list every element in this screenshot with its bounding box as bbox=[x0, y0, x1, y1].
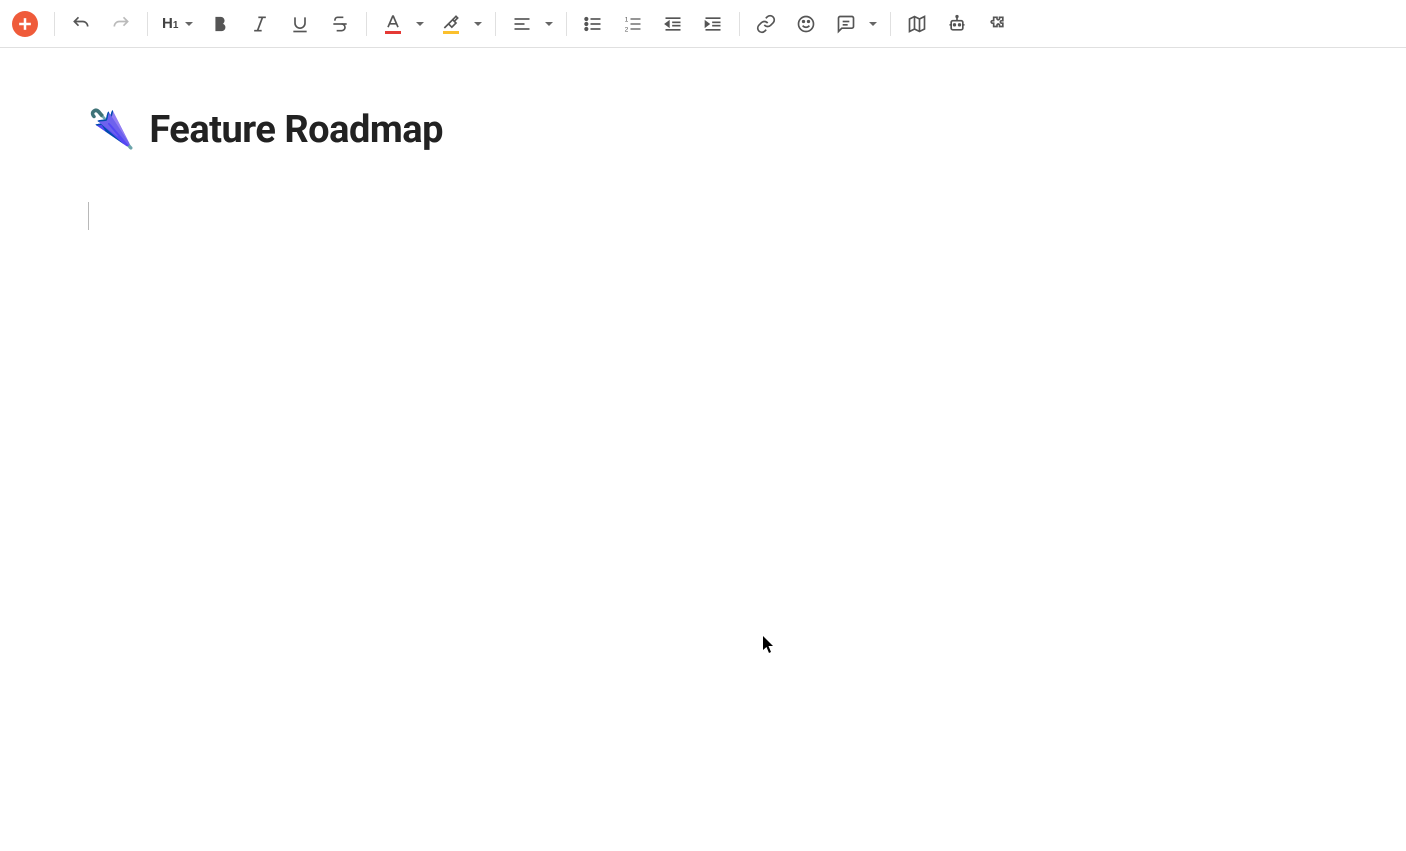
divider bbox=[366, 12, 367, 36]
italic-button[interactable] bbox=[242, 6, 278, 42]
chevron-down-icon bbox=[415, 19, 425, 29]
document-body[interactable] bbox=[88, 202, 1318, 602]
undo-button[interactable] bbox=[63, 6, 99, 42]
chevron-down-icon bbox=[184, 19, 194, 29]
font-color-dropdown[interactable] bbox=[411, 6, 429, 42]
color-group bbox=[375, 6, 487, 42]
strikethrough-button[interactable] bbox=[322, 6, 358, 42]
extensions-button[interactable] bbox=[979, 6, 1015, 42]
link-icon bbox=[756, 14, 776, 34]
divider bbox=[495, 12, 496, 36]
plus-icon bbox=[15, 14, 35, 34]
font-color-button[interactable] bbox=[375, 6, 411, 42]
map-icon bbox=[907, 14, 927, 34]
svg-text:1: 1 bbox=[625, 16, 629, 23]
numbered-list-button[interactable]: 1 2 bbox=[615, 6, 651, 42]
text-cursor bbox=[88, 202, 89, 230]
document-emoji-icon[interactable]: 🌂 bbox=[88, 111, 135, 149]
text-format-group: H1 bbox=[156, 6, 358, 42]
comment-button[interactable] bbox=[828, 6, 864, 42]
svg-text:2: 2 bbox=[625, 26, 629, 33]
map-button[interactable] bbox=[899, 6, 935, 42]
bullet-list-icon bbox=[583, 14, 603, 34]
ai-button[interactable] bbox=[939, 6, 975, 42]
bold-button[interactable] bbox=[202, 6, 238, 42]
numbered-list-icon: 1 2 bbox=[623, 14, 643, 34]
underline-icon bbox=[290, 14, 310, 34]
align-left-icon bbox=[512, 14, 532, 34]
emoji-icon bbox=[796, 14, 816, 34]
redo-icon bbox=[111, 14, 131, 34]
document-title[interactable]: Feature Roadmap bbox=[149, 108, 443, 152]
list-group: 1 2 bbox=[575, 6, 731, 42]
robot-icon bbox=[947, 14, 967, 34]
insert-group bbox=[748, 6, 882, 42]
comment-icon bbox=[836, 14, 856, 34]
strikethrough-icon bbox=[330, 14, 350, 34]
divider bbox=[739, 12, 740, 36]
align-button[interactable] bbox=[504, 6, 540, 42]
font-color-indicator bbox=[385, 31, 401, 34]
divider bbox=[890, 12, 891, 36]
highlight-dropdown[interactable] bbox=[469, 6, 487, 42]
document-area[interactable]: 🌂 Feature Roadmap bbox=[0, 48, 1406, 662]
bullet-list-button[interactable] bbox=[575, 6, 611, 42]
redo-button[interactable] bbox=[103, 6, 139, 42]
italic-icon bbox=[250, 14, 270, 34]
divider bbox=[147, 12, 148, 36]
font-color-icon bbox=[383, 13, 403, 33]
chevron-down-icon bbox=[473, 19, 483, 29]
history-group bbox=[63, 6, 139, 42]
highlight-button[interactable] bbox=[433, 6, 469, 42]
link-button[interactable] bbox=[748, 6, 784, 42]
heading-label: H1 bbox=[162, 15, 178, 32]
underline-button[interactable] bbox=[282, 6, 318, 42]
emoji-button[interactable] bbox=[788, 6, 824, 42]
outdent-icon bbox=[663, 14, 683, 34]
outdent-button[interactable] bbox=[655, 6, 691, 42]
align-group bbox=[504, 6, 558, 42]
highlight-icon bbox=[441, 13, 461, 33]
chevron-down-icon bbox=[544, 19, 554, 29]
comment-dropdown[interactable] bbox=[864, 6, 882, 42]
editor-toolbar: H1 bbox=[0, 0, 1406, 48]
undo-icon bbox=[71, 14, 91, 34]
bold-icon bbox=[210, 14, 230, 34]
heading-button[interactable]: H1 bbox=[156, 6, 180, 42]
highlight-color-indicator bbox=[443, 31, 459, 34]
indent-icon bbox=[703, 14, 723, 34]
align-dropdown[interactable] bbox=[540, 6, 558, 42]
puzzle-icon bbox=[987, 14, 1007, 34]
indent-button[interactable] bbox=[695, 6, 731, 42]
divider bbox=[54, 12, 55, 36]
chevron-down-icon bbox=[868, 19, 878, 29]
heading-dropdown[interactable] bbox=[180, 6, 198, 42]
document-header: 🌂 Feature Roadmap bbox=[88, 108, 1318, 152]
tools-group bbox=[899, 6, 1015, 42]
divider bbox=[566, 12, 567, 36]
add-button[interactable] bbox=[12, 11, 38, 37]
